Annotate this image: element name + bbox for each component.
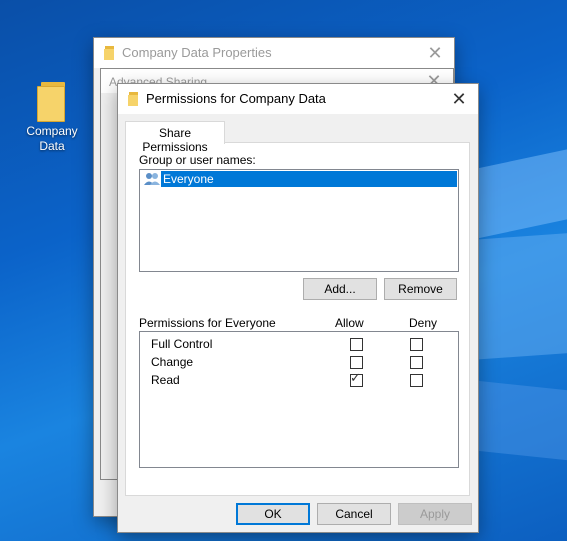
- folder-icon: [37, 80, 67, 122]
- users-icon: [144, 172, 160, 186]
- deny-checkbox[interactable]: [410, 356, 423, 369]
- group-label: Group or user names:: [139, 153, 256, 167]
- tab-share-permissions[interactable]: Share Permissions: [125, 121, 225, 154]
- tab-label: Share Permissions: [142, 126, 208, 154]
- folder-icon: [128, 92, 140, 106]
- permissions-header: Permissions for Everyone: [139, 316, 276, 330]
- list-item-label: Everyone: [161, 171, 457, 187]
- permissions-dialog: Permissions for Company Data ✕ Share Per…: [117, 83, 479, 533]
- folder-icon: [104, 46, 116, 60]
- cancel-button[interactable]: Cancel: [317, 503, 391, 525]
- wallpaper-light-ray: [470, 230, 567, 360]
- apply-button[interactable]: Apply: [398, 503, 472, 525]
- deny-checkbox[interactable]: [410, 374, 423, 387]
- permissions-table: Full Control Change Read ✓: [139, 331, 459, 468]
- deny-header: Deny: [409, 316, 438, 330]
- list-item-everyone[interactable]: Everyone: [144, 171, 457, 187]
- ok-button[interactable]: OK: [236, 503, 310, 525]
- tab-panel: Group or user names: Everyone Add... Rem…: [125, 142, 470, 496]
- wallpaper-light-ray: [470, 142, 567, 240]
- check-icon: ✓: [350, 370, 361, 385]
- close-icon[interactable]: ✕: [424, 42, 446, 64]
- close-icon[interactable]: ✕: [448, 88, 470, 110]
- wallpaper-light-ray: [470, 380, 567, 464]
- deny-checkbox[interactable]: [410, 338, 423, 351]
- permission-name: Full Control: [151, 337, 213, 351]
- properties-title: Company Data Properties: [122, 45, 272, 60]
- permission-name: Read: [151, 373, 180, 387]
- allow-header: Allow: [335, 316, 364, 330]
- add-button[interactable]: Add...: [303, 278, 377, 300]
- properties-titlebar: Company Data Properties ✕: [94, 38, 454, 68]
- permission-name: Change: [151, 355, 194, 369]
- allow-checkbox[interactable]: [350, 356, 363, 369]
- allow-checkbox[interactable]: [350, 338, 363, 351]
- permissions-title: Permissions for Company Data: [146, 91, 326, 106]
- desktop-icon-label: Company Data: [26, 124, 78, 153]
- permissions-titlebar: Permissions for Company Data ✕: [118, 84, 478, 114]
- user-list[interactable]: Everyone: [139, 169, 459, 272]
- allow-checkbox[interactable]: ✓: [350, 370, 363, 387]
- remove-button[interactable]: Remove: [384, 278, 457, 300]
- desktop-icon-company-data[interactable]: Company Data: [16, 80, 88, 154]
